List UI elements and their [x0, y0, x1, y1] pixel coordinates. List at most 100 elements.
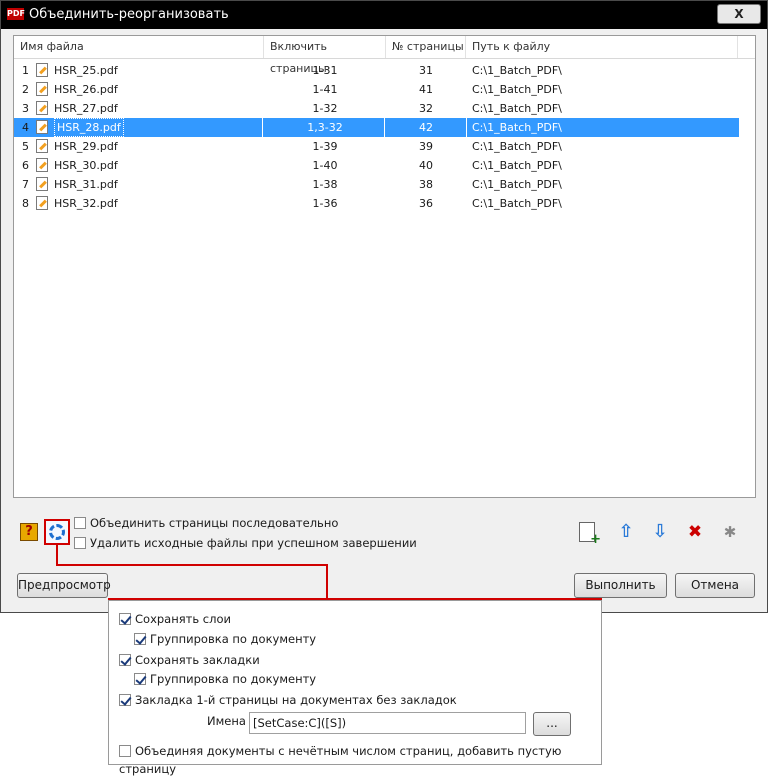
include-pages[interactable]: 1-36 — [264, 194, 386, 213]
include-pages[interactable]: 1-38 — [264, 175, 386, 194]
file-path: C:\1_Batch_PDF\ — [472, 197, 562, 210]
group-layers-checkbox[interactable] — [134, 632, 146, 645]
cancel-button[interactable]: Отмена — [675, 573, 755, 598]
preview-button[interactable]: Предпросмотр — [17, 573, 111, 598]
column-header-page-count[interactable]: № страницы — [386, 36, 466, 58]
first-page-bookmark-option[interactable]: Закладка 1-й страницы на документах без … — [119, 690, 457, 708]
delete-sources-label: Удалить исходные файлы при успешном заве… — [90, 535, 417, 550]
keep-layers-label: Сохранять слои — [135, 611, 231, 626]
column-separator — [384, 118, 385, 137]
file-path: C:\1_Batch_PDF\ — [472, 121, 562, 134]
page-count: 41 — [419, 83, 433, 96]
settings-gear-icon — [49, 524, 65, 540]
run-button[interactable]: Выполнить — [574, 573, 667, 598]
group-bookmarks-checkbox[interactable] — [134, 672, 146, 685]
include-pages[interactable]: 1,3-32 — [264, 118, 386, 137]
file-name: HSR_29.pdf — [54, 140, 118, 153]
window-title: Объединить-реорганизовать — [29, 7, 229, 22]
table-row[interactable]: 8 HSR_32.pdf 1-36 36 C:\1_Batch_PDF\ — [14, 194, 739, 213]
row-number: 3 — [22, 102, 29, 115]
table-row[interactable]: 1 HSR_25.pdf 1-31 31 C:\1_Batch_PDF\ — [14, 61, 739, 80]
file-list[interactable]: Имя файла Включить страницы № страницы П… — [13, 35, 756, 498]
help-icon[interactable]: ? — [20, 523, 38, 541]
pdf-file-icon — [36, 63, 48, 77]
include-pages[interactable]: 1-39 — [264, 137, 386, 156]
file-name: HSR_25.pdf — [54, 64, 118, 77]
close-button[interactable]: X — [717, 4, 761, 24]
file-path: C:\1_Batch_PDF\ — [472, 140, 562, 153]
table-row[interactable]: 6 HSR_30.pdf 1-40 40 C:\1_Batch_PDF\ — [14, 156, 739, 175]
odd-pages-option[interactable]: Объединяя документы с нечётным числом ст… — [119, 741, 601, 776]
row-number: 8 — [22, 197, 29, 210]
pdf-file-icon — [36, 82, 48, 96]
callout-line — [56, 564, 328, 566]
row-number: 2 — [22, 83, 29, 96]
column-separator — [466, 118, 467, 137]
table-row[interactable]: 2 HSR_26.pdf 1-41 41 C:\1_Batch_PDF\ — [14, 80, 739, 99]
keep-layers-option[interactable]: Сохранять слои — [119, 609, 231, 627]
page-count: 42 — [419, 121, 433, 134]
column-header-include-pages[interactable]: Включить страницы — [264, 36, 386, 75]
merge-sequential-checkbox[interactable] — [74, 516, 86, 529]
move-up-icon[interactable]: ⇧ — [615, 521, 637, 543]
row-number: 4 — [22, 121, 29, 134]
settings-gear-button[interactable] — [44, 519, 70, 545]
pdf-file-icon — [36, 139, 48, 153]
file-name: HSR_26.pdf — [54, 83, 118, 96]
file-path: C:\1_Batch_PDF\ — [472, 102, 562, 115]
odd-pages-label: Объединяя документы с нечётным числом ст… — [119, 743, 562, 777]
first-page-bookmark-checkbox[interactable] — [119, 693, 131, 706]
file-path: C:\1_Batch_PDF\ — [472, 159, 562, 172]
keep-bookmarks-label: Сохранять закладки — [135, 652, 260, 667]
merge-dialog: PDF Объединить-реорганизовать X Имя файл… — [0, 0, 768, 613]
new-document-icon[interactable] — [579, 522, 601, 547]
odd-pages-checkbox[interactable] — [119, 744, 131, 757]
group-layers-label: Группировка по документу — [150, 631, 317, 646]
file-path: C:\1_Batch_PDF\ — [472, 83, 562, 96]
page-count: 36 — [419, 197, 433, 210]
file-name: HSR_27.pdf — [54, 102, 118, 115]
file-name: HSR_28.pdf — [54, 118, 124, 137]
page-count: 40 — [419, 159, 433, 172]
page-count: 31 — [419, 64, 433, 77]
merge-sequential-option[interactable]: Объединить страницы последовательно — [74, 514, 338, 532]
delete-icon[interactable]: ✖ — [684, 521, 706, 543]
table-row[interactable]: 3 HSR_27.pdf 1-32 32 C:\1_Batch_PDF\ — [14, 99, 739, 118]
browse-button[interactable]: ... — [533, 712, 571, 736]
delete-sources-option[interactable]: Удалить исходные файлы при успешном заве… — [74, 534, 417, 552]
include-pages[interactable]: 1-40 — [264, 156, 386, 175]
page-count: 39 — [419, 140, 433, 153]
callout-line — [56, 545, 58, 566]
row-number: 6 — [22, 159, 29, 172]
pdf-file-icon — [36, 101, 48, 115]
pdf-file-icon — [36, 120, 48, 134]
file-name: HSR_30.pdf — [54, 159, 118, 172]
file-name: HSR_32.pdf — [54, 197, 118, 210]
include-pages[interactable]: 1-41 — [264, 80, 386, 99]
row-number: 7 — [22, 178, 29, 191]
delete-sources-checkbox[interactable] — [74, 536, 86, 549]
table-row[interactable]: 7 HSR_31.pdf 1-38 38 C:\1_Batch_PDF\ — [14, 175, 739, 194]
group-bookmarks-option[interactable]: Группировка по документу — [134, 669, 316, 687]
names-label: Имена — [207, 714, 246, 728]
table-row[interactable]: 5 HSR_29.pdf 1-39 39 C:\1_Batch_PDF\ — [14, 137, 739, 156]
column-header-path[interactable]: Путь к файлу — [466, 36, 738, 58]
file-path: C:\1_Batch_PDF\ — [472, 64, 562, 77]
move-down-icon[interactable]: ⇩ — [649, 521, 671, 543]
column-header-filename[interactable]: Имя файла — [14, 36, 264, 58]
group-bookmarks-label: Группировка по документу — [150, 671, 317, 686]
callout-line — [326, 564, 328, 599]
names-input[interactable]: [SetCase:C]([S]) — [249, 712, 526, 734]
keep-bookmarks-checkbox[interactable] — [119, 653, 131, 666]
include-pages[interactable]: 1-31 — [264, 61, 386, 80]
clean-icon[interactable]: ✱ — [719, 521, 741, 543]
keep-bookmarks-option[interactable]: Сохранять закладки — [119, 650, 260, 668]
pdf-file-icon — [36, 196, 48, 210]
keep-layers-checkbox[interactable] — [119, 612, 131, 625]
table-row-selected[interactable]: 4 HSR_28.pdf 1,3-32 42 C:\1_Batch_PDF\ — [14, 118, 739, 137]
list-header: Имя файла Включить страницы № страницы П… — [14, 36, 755, 75]
group-layers-option[interactable]: Группировка по документу — [134, 629, 316, 647]
page-count: 38 — [419, 178, 433, 191]
column-separator — [262, 118, 263, 137]
include-pages[interactable]: 1-32 — [264, 99, 386, 118]
